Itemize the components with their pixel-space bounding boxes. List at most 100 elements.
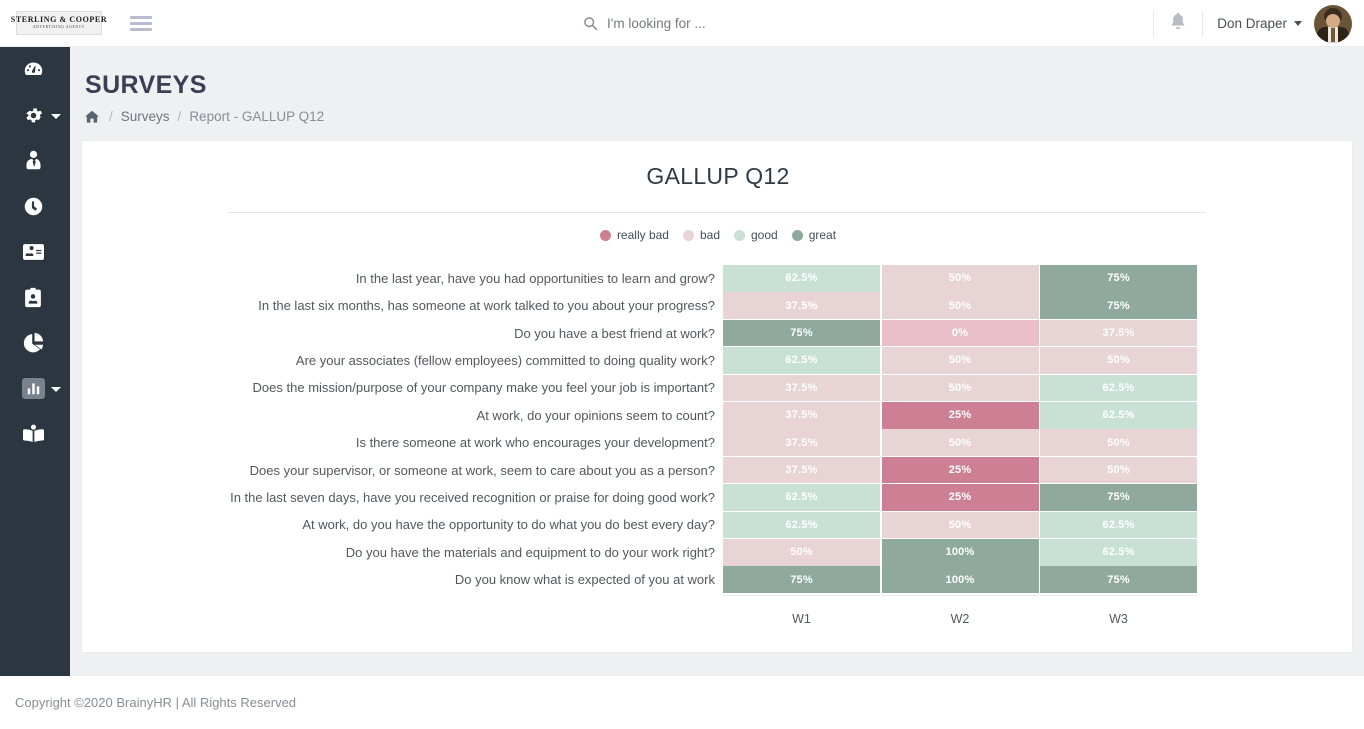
x-axis-tick-label: W1 [723, 594, 880, 626]
sidebar-item-analytics[interactable] [0, 320, 70, 366]
breadcrumb: / Surveys / Report - GALLUP Q12 [85, 109, 324, 124]
heatmap-cell[interactable]: 37.5% [723, 374, 880, 402]
book-reader-icon [22, 423, 44, 445]
id-card-icon [22, 241, 44, 263]
heatmap-cell[interactable]: 50% [881, 292, 1039, 319]
heatmap-cell[interactable]: 37.5% [723, 292, 880, 319]
heatmap-cell[interactable]: 37.5% [723, 401, 880, 429]
heatmap-row-cells: 75% 100% 75% [723, 566, 1197, 593]
question-label: Do you have the materials and equipment … [345, 544, 715, 560]
heatmap-cell[interactable]: 100% [881, 566, 1039, 593]
heatmap-cell[interactable]: 37.5% [1040, 319, 1197, 347]
legend-label: bad [699, 228, 720, 242]
sidebar-item-employees[interactable] [0, 138, 70, 184]
legend-item[interactable]: really bad [599, 228, 669, 242]
heatmap-row: At work, do your opinions seem to count?… [82, 401, 1354, 429]
heatmap-cell[interactable]: 75% [723, 566, 880, 593]
heatmap-row-cells: 37.5% 50% 75% [723, 292, 1197, 319]
search-container [583, 0, 867, 47]
top-right-controls: Don Draper [1153, 0, 1364, 47]
user-tie-icon [22, 150, 44, 172]
pie-chart-icon [22, 332, 44, 354]
heatmap-cell[interactable]: 75% [723, 319, 880, 347]
heatmap-cell[interactable]: 62.5% [723, 265, 880, 292]
avatar[interactable] [1314, 4, 1352, 43]
heatmap-cell[interactable]: 50% [1040, 456, 1197, 484]
heatmap-cell[interactable]: 0% [881, 319, 1039, 347]
heatmap-cell[interactable]: 62.5% [1040, 374, 1197, 402]
notifications-button[interactable] [1154, 0, 1202, 47]
search-input[interactable] [607, 16, 867, 31]
legend-color-swatch [682, 229, 694, 241]
sidebar-item-surveys[interactable] [0, 366, 70, 412]
sidebar-item-settings[interactable] [0, 93, 70, 139]
breadcrumb-current: Report - GALLUP Q12 [189, 109, 325, 124]
heatmap-cell[interactable]: 62.5% [723, 511, 880, 539]
chevron-down-icon[interactable] [1294, 21, 1302, 26]
heatmap-cell[interactable]: 62.5% [723, 484, 880, 511]
hamburger-bar [130, 15, 152, 19]
heatmap-cell[interactable]: 50% [881, 429, 1039, 456]
sidebar-item-dashboard[interactable] [0, 47, 70, 93]
heatmap-cell[interactable]: 62.5% [723, 347, 880, 374]
report-card: GALLUP Q12 really bad bad good great In the… [81, 140, 1353, 653]
heatmap-cell[interactable]: 37.5% [723, 429, 880, 456]
sidebar-item-learning[interactable] [0, 411, 70, 457]
brand-logo[interactable]: STERLING & COOPER ADVERTISING AGENCY [11, 11, 107, 35]
heatmap-cell[interactable]: 50% [1040, 347, 1197, 374]
heatmap-cell[interactable]: 50% [881, 511, 1039, 539]
heatmap-row: Does the mission/purpose of your company… [82, 374, 1354, 402]
heatmap-cell[interactable]: 50% [723, 538, 880, 566]
x-axis-spacer [82, 595, 723, 626]
heatmap-row-cells: 37.5% 50% 62.5% [723, 374, 1197, 402]
heatmap-cell[interactable]: 50% [881, 347, 1039, 374]
breadcrumb-link-surveys[interactable]: Surveys [121, 109, 170, 124]
legend-label: good [751, 228, 778, 242]
hamburger-icon[interactable] [130, 15, 152, 31]
page-title: SURVEYS [85, 71, 207, 99]
heatmap-row-cells: 62.5% 50% 75% [723, 265, 1197, 292]
legend-item[interactable]: good [734, 228, 778, 242]
avatar-face [1326, 13, 1340, 28]
legend-color-swatch [791, 229, 803, 241]
x-axis: W1 W2 W3 [82, 594, 1354, 626]
heatmap-cell[interactable]: 75% [1040, 292, 1197, 319]
heatmap-cell[interactable]: 75% [1040, 265, 1197, 292]
heatmap-cell[interactable]: 25% [881, 401, 1039, 429]
sidebar-item-time-tracking[interactable] [0, 184, 70, 230]
heatmap-cell[interactable]: 62.5% [1040, 538, 1197, 566]
question-label: At work, do your opinions seem to count? [476, 407, 715, 423]
heatmap-cell[interactable]: 75% [1040, 484, 1197, 511]
question-label: Are your associates (fellow employees) c… [295, 352, 715, 368]
heatmap-row-cells: 50% 100% 62.5% [723, 538, 1197, 566]
question-label: Does your supervisor, or someone at work… [249, 462, 715, 478]
user-menu-label[interactable]: Don Draper [1203, 16, 1294, 31]
heatmap-cell[interactable]: 50% [1040, 429, 1197, 456]
clock-icon [22, 195, 44, 217]
heatmap-cell[interactable]: 100% [881, 538, 1039, 566]
bar-chart-icon [22, 377, 45, 399]
heatmap-row: Do you have the materials and equipment … [82, 538, 1354, 566]
heatmap-cell[interactable]: 25% [881, 484, 1039, 511]
heatmap-cell[interactable]: 62.5% [1040, 401, 1197, 429]
home-icon[interactable] [85, 110, 99, 123]
heatmap-cell[interactable]: 50% [881, 374, 1039, 402]
heatmap-row: In the last year, have you had opportuni… [82, 265, 1354, 292]
hamburger-bar [130, 27, 152, 31]
sidebar-item-id-badge[interactable] [0, 275, 70, 321]
sidebar-item-id-card[interactable] [0, 229, 70, 275]
breadcrumb-separator: / [177, 109, 182, 124]
legend-item[interactable]: great [791, 228, 836, 242]
chart-legend: really bad bad good great [82, 228, 1354, 242]
heatmap-row: In the last seven days, have you receive… [82, 484, 1354, 511]
dashboard-icon [22, 59, 44, 81]
heatmap-cell[interactable]: 75% [1040, 566, 1197, 593]
question-label: In the last six months, has someone at w… [258, 298, 715, 314]
search-icon [583, 16, 598, 31]
legend-item[interactable]: bad [682, 228, 720, 242]
heatmap-cell[interactable]: 50% [881, 265, 1039, 292]
heatmap-cell[interactable]: 37.5% [723, 456, 880, 484]
heatmap-cell[interactable]: 62.5% [1040, 511, 1197, 539]
footer: Copyright ©2020 BrainyHR | All Rights Re… [0, 676, 1364, 729]
heatmap-cell[interactable]: 25% [881, 456, 1039, 484]
